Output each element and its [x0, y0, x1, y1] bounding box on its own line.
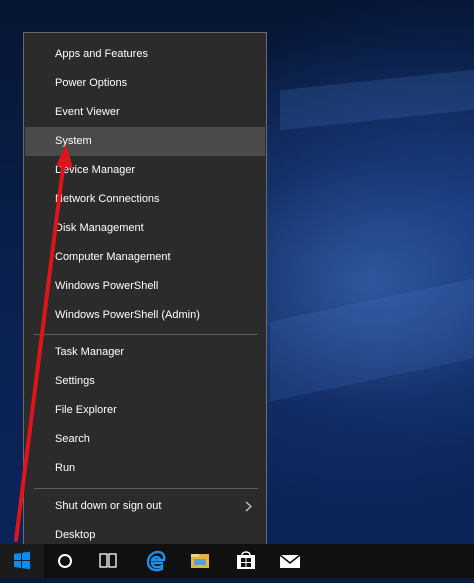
edge-icon: [146, 550, 166, 572]
light-beam: [270, 278, 474, 402]
menu-item-network-connections[interactable]: Network Connections: [25, 185, 265, 214]
menu-item-label: Network Connections: [55, 193, 160, 205]
menu-item-windows-powershell-admin[interactable]: Windows PowerShell (Admin): [25, 301, 265, 330]
menu-separator: [34, 488, 258, 489]
menu-item-apps-and-features[interactable]: Apps and Features: [25, 40, 265, 69]
mail-icon: [279, 554, 301, 568]
store-icon: [237, 551, 255, 569]
cortana-icon: [58, 554, 72, 568]
menu-item-label: Windows PowerShell: [55, 280, 159, 292]
light-beam: [280, 69, 474, 131]
start-button[interactable]: [0, 544, 44, 578]
menu-item-label: Apps and Features: [55, 48, 148, 60]
store-button[interactable]: [226, 544, 266, 578]
menu-item-task-manager[interactable]: Task Manager: [25, 338, 265, 367]
menu-item-label: Computer Management: [55, 251, 171, 263]
task-view-icon: [99, 553, 117, 568]
menu-item-label: Event Viewer: [55, 106, 120, 118]
menu-item-disk-management[interactable]: Disk Management: [25, 214, 265, 243]
menu-item-power-options[interactable]: Power Options: [25, 69, 265, 98]
cortana-button[interactable]: [46, 544, 84, 578]
mail-button[interactable]: [270, 544, 310, 578]
edge-button[interactable]: [136, 544, 176, 578]
menu-item-shut-down-or-sign-out[interactable]: Shut down or sign out: [25, 492, 265, 521]
menu-item-label: Device Manager: [55, 164, 136, 176]
menu-item-label: Shut down or sign out: [55, 500, 162, 512]
menu-item-label: System: [55, 135, 92, 147]
menu-item-label: Windows PowerShell (Admin): [55, 309, 200, 321]
menu-item-label: Disk Management: [55, 222, 144, 234]
menu-item-file-explorer[interactable]: File Explorer: [25, 396, 265, 425]
taskbar: [0, 544, 474, 578]
menu-item-label: File Explorer: [55, 404, 117, 416]
menu-item-label: Settings: [55, 375, 95, 387]
menu-item-label: Search: [55, 433, 90, 445]
menu-item-label: Power Options: [55, 77, 128, 89]
menu-item-computer-management[interactable]: Computer Management: [25, 243, 265, 272]
menu-item-device-manager[interactable]: Device Manager: [25, 156, 265, 185]
menu-item-windows-powershell[interactable]: Windows PowerShell: [25, 272, 265, 301]
menu-item-event-viewer[interactable]: Event Viewer: [25, 98, 265, 127]
file-explorer-button[interactable]: [180, 544, 220, 578]
menu-item-settings[interactable]: Settings: [25, 367, 265, 396]
task-view-button[interactable]: [88, 544, 128, 578]
winx-power-user-menu: Apps and Features Power Options Event Vi…: [23, 32, 267, 556]
chevron-right-icon: [245, 501, 252, 512]
menu-item-system[interactable]: System: [25, 127, 265, 156]
menu-item-label: Desktop: [55, 529, 96, 541]
menu-separator: [34, 334, 258, 335]
windows-start-icon: [14, 551, 30, 570]
file-explorer-icon: [191, 554, 209, 568]
menu-item-label: Run: [55, 462, 76, 474]
menu-item-search[interactable]: Search: [25, 425, 265, 454]
menu-item-run[interactable]: Run: [25, 454, 265, 483]
menu-item-label: Task Manager: [55, 346, 125, 358]
